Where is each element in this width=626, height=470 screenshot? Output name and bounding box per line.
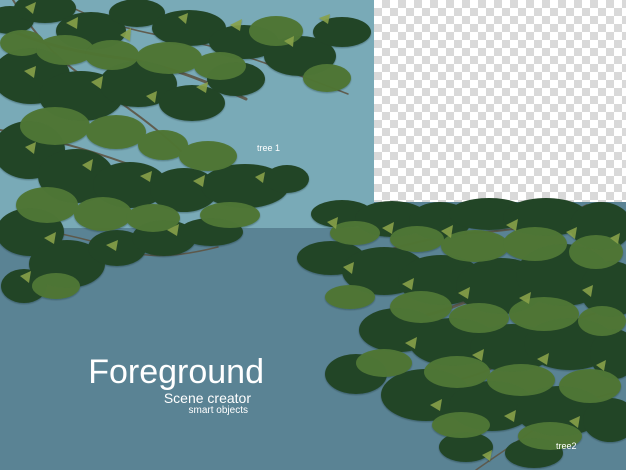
smart-objects-caption: smart objects [188,405,248,416]
tree-1-label: tree 1 [257,143,281,153]
title-block: Foreground Scene creator smart objects [74,354,264,416]
tree-2-label: tree2 [556,441,577,451]
right-tree-leaves [297,198,626,468]
scene-creator-subtitle: Scene creator [163,390,251,406]
scene-canvas: tree 1 tree2 Foreground Scene creator sm… [0,0,626,470]
foreground-title: Foreground [88,353,264,391]
